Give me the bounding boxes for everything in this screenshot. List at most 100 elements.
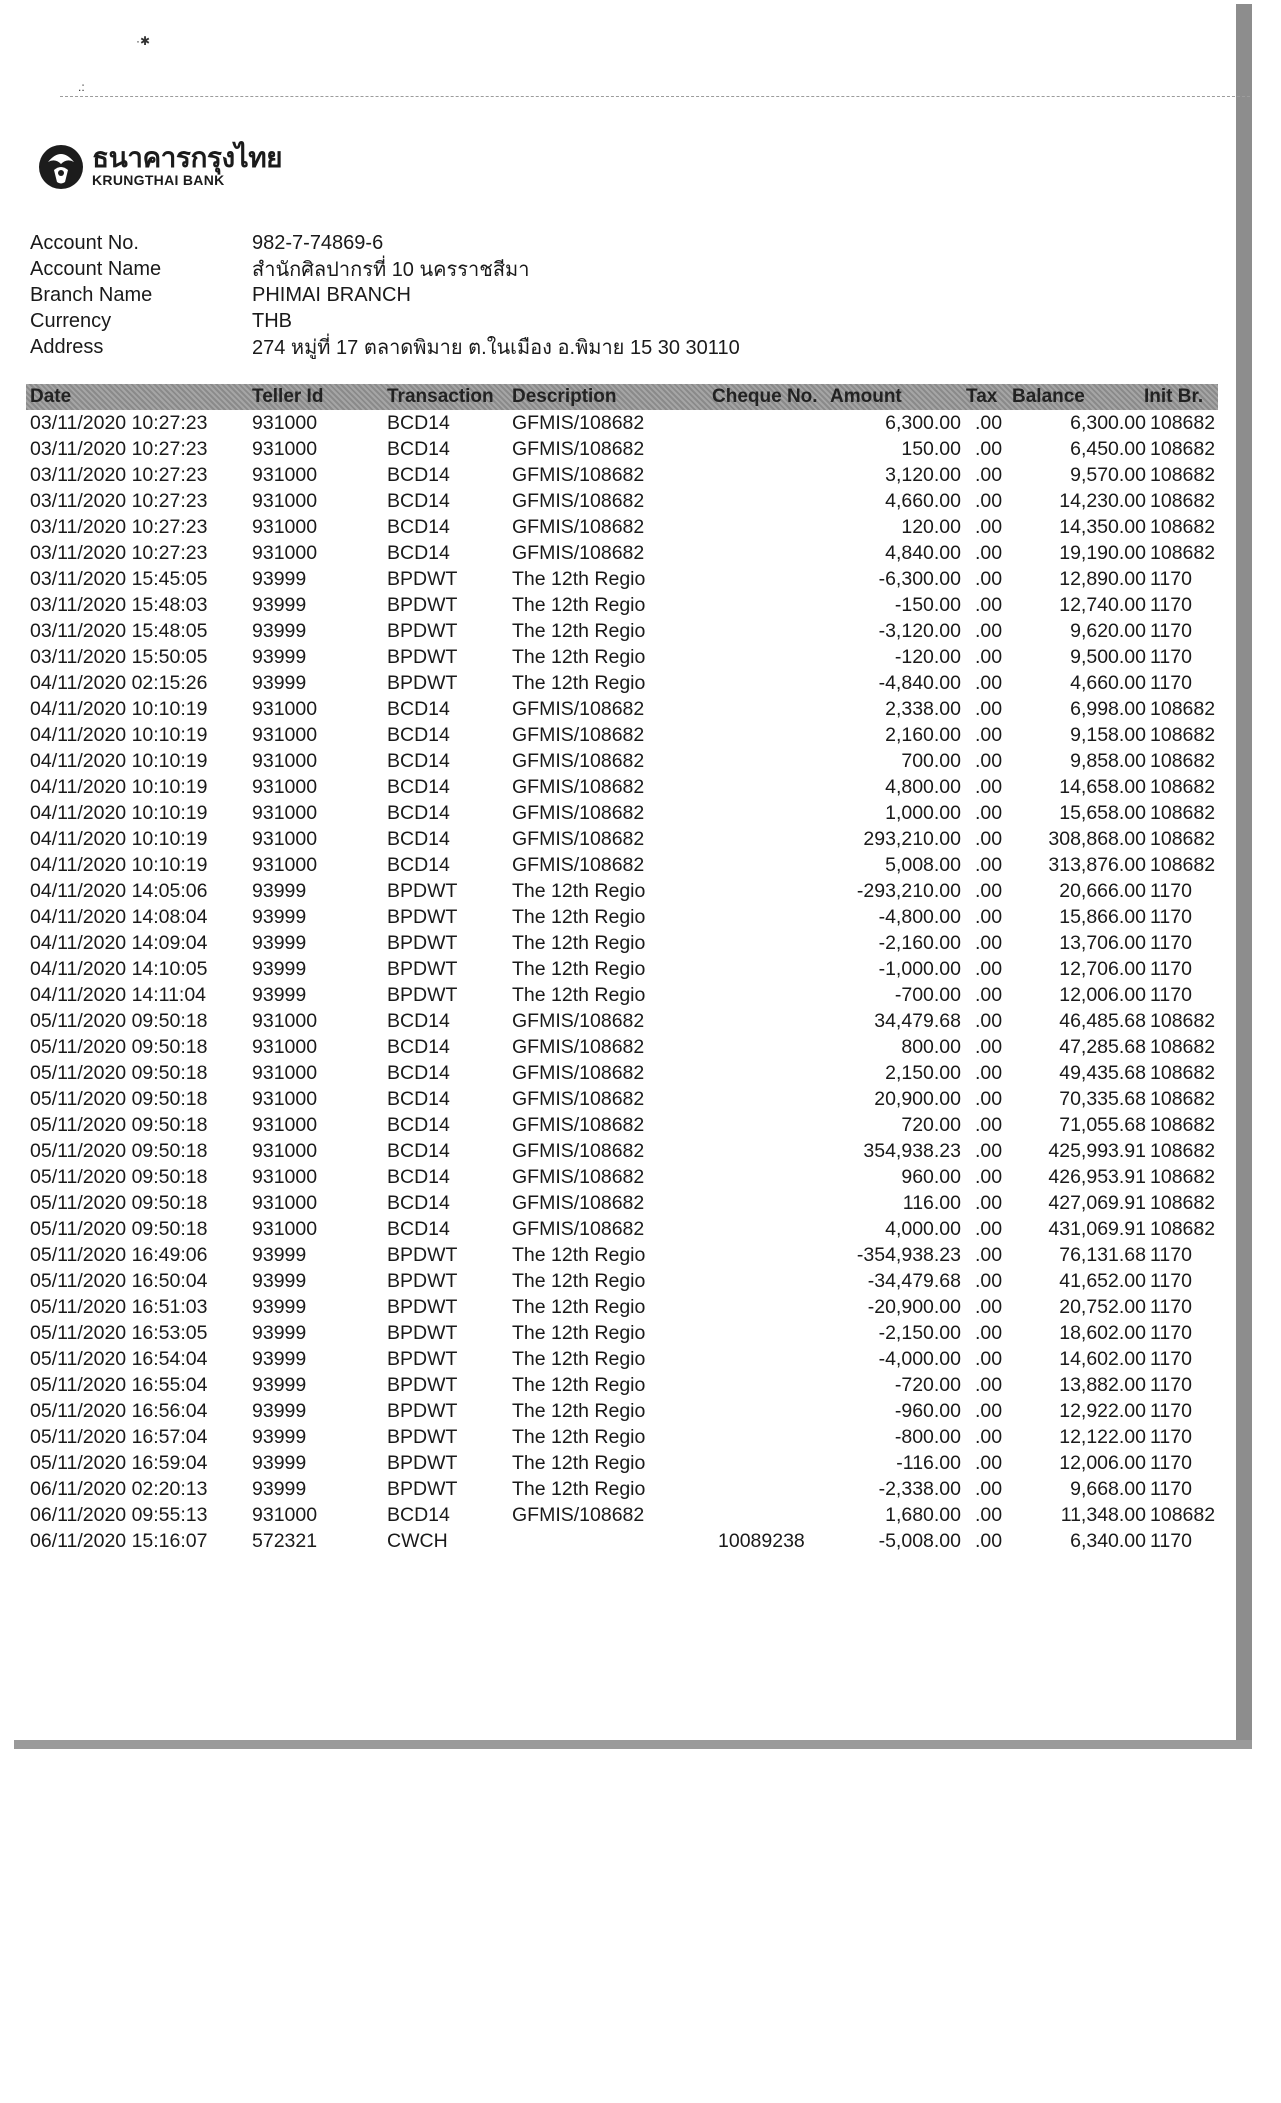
balance-cell: 18,602.00 xyxy=(1059,1322,1146,1344)
tax-cell: .00 xyxy=(975,828,1003,850)
balance-cell: 12,706.00 xyxy=(1059,958,1146,980)
init-branch-cell: 1170 xyxy=(1150,1244,1192,1266)
teller-id-cell: 93999 xyxy=(252,1374,307,1396)
date-cell: 05/11/2020 09:50:18 xyxy=(30,1036,208,1058)
transaction-cell: BPDWT xyxy=(387,1426,458,1448)
description-cell: The 12th Regio xyxy=(512,1348,646,1370)
init-branch-cell: 108682 xyxy=(1150,516,1216,538)
teller-id-cell: 931000 xyxy=(252,464,318,486)
transaction-cell: BPDWT xyxy=(387,880,458,902)
init-branch-cell: 1170 xyxy=(1150,932,1192,954)
description-cell: The 12th Regio xyxy=(512,1426,646,1448)
balance-cell: 12,890.00 xyxy=(1059,568,1146,590)
cheque-no-cell: 10089238 xyxy=(718,1530,805,1552)
amount-cell: -1,000.00 xyxy=(878,958,961,980)
description-cell: The 12th Regio xyxy=(512,984,646,1006)
transaction-cell: BCD14 xyxy=(387,724,450,746)
teller-id-cell: 931000 xyxy=(252,828,318,850)
balance-cell: 14,658.00 xyxy=(1059,776,1146,798)
description-cell: The 12th Regio xyxy=(512,1478,646,1500)
table-row: 04/11/2020 14:10:05 93999 BPDWT The 12th Re… xyxy=(0,956,1281,982)
account-name: สำนักศิลปากรที่ 10 นครราชสีมา xyxy=(252,259,530,281)
currency-label: Currency xyxy=(30,309,112,332)
init-branch-cell: 108682 xyxy=(1150,1218,1216,1240)
table-row: 04/11/2020 02:15:26 93999 BPDWT The 12th Re… xyxy=(0,670,1281,696)
tax-cell: .00 xyxy=(975,490,1003,512)
teller-id-cell: 572321 xyxy=(252,1530,318,1552)
table-row: 03/11/2020 10:27:23 931000 BCD14 GFMIS/1086… xyxy=(0,514,1281,540)
table-row: 03/11/2020 15:48:05 93999 BPDWT The 12th Re… xyxy=(0,618,1281,644)
address-row: Address 274 หมู่ที่ 17 ตลาดพิมาย ต.ในเมื… xyxy=(30,334,740,360)
date-cell: 03/11/2020 15:48:05 xyxy=(30,620,208,642)
header-date: Date xyxy=(30,386,72,407)
description-cell: The 12th Regio xyxy=(512,906,646,928)
bank-logo: ธนาคารกรุงไทย KRUNGTHAI BANK xyxy=(36,140,283,192)
transaction-cell: BCD14 xyxy=(387,1062,450,1084)
date-cell: 04/11/2020 14:08:04 xyxy=(30,906,208,928)
description-cell: GFMIS/108682 xyxy=(512,1140,645,1162)
init-branch-cell: 1170 xyxy=(1150,1530,1192,1552)
teller-id-cell: 931000 xyxy=(252,1504,318,1526)
transaction-cell: BPDWT xyxy=(387,1348,458,1370)
table-row: 06/11/2020 09:55:13 931000 BCD14 GFMIS/1086… xyxy=(0,1502,1281,1528)
teller-id-cell: 93999 xyxy=(252,1244,307,1266)
date-cell: 05/11/2020 16:54:04 xyxy=(30,1348,208,1370)
teller-id-cell: 931000 xyxy=(252,490,318,512)
tax-cell: .00 xyxy=(975,984,1003,1006)
amount-cell: -120.00 xyxy=(894,646,961,668)
transaction-cell: BPDWT xyxy=(387,646,458,668)
amount-cell: -720.00 xyxy=(894,1374,961,1396)
date-cell: 05/11/2020 09:50:18 xyxy=(30,1218,208,1240)
amount-cell: 150.00 xyxy=(901,438,961,460)
transaction-cell: BCD14 xyxy=(387,464,450,486)
description-cell: GFMIS/108682 xyxy=(512,542,645,564)
table-row: 04/11/2020 10:10:19 931000 BCD14 GFMIS/1086… xyxy=(0,774,1281,800)
date-cell: 05/11/2020 09:50:18 xyxy=(30,1192,208,1214)
teller-id-cell: 931000 xyxy=(252,1192,318,1214)
transaction-cell: BPDWT xyxy=(387,1270,458,1292)
description-cell: GFMIS/108682 xyxy=(512,854,645,876)
table-row: 05/11/2020 16:55:04 93999 BPDWT The 12th Re… xyxy=(0,1372,1281,1398)
balance-cell: 9,500.00 xyxy=(1070,646,1146,668)
table-row: 05/11/2020 16:51:03 93999 BPDWT The 12th Re… xyxy=(0,1294,1281,1320)
init-branch-cell: 108682 xyxy=(1150,1192,1216,1214)
amount-cell: 960.00 xyxy=(901,1166,961,1188)
teller-id-cell: 931000 xyxy=(252,750,318,772)
tax-cell: .00 xyxy=(975,568,1003,590)
bank-name-en: KRUNGTHAI BANK xyxy=(92,172,225,188)
date-cell: 05/11/2020 09:50:18 xyxy=(30,1114,208,1136)
tax-cell: .00 xyxy=(975,1270,1003,1292)
init-branch-cell: 1170 xyxy=(1150,880,1192,902)
tax-cell: .00 xyxy=(975,1348,1003,1370)
date-cell: 04/11/2020 10:10:19 xyxy=(30,802,208,824)
init-branch-cell: 108682 xyxy=(1150,1140,1216,1162)
tax-cell: .00 xyxy=(975,1400,1003,1422)
amount-cell: 6,300.00 xyxy=(885,412,961,434)
tax-cell: .00 xyxy=(975,1062,1003,1084)
transaction-cell: BCD14 xyxy=(387,412,450,434)
teller-id-cell: 93999 xyxy=(252,906,307,928)
balance-cell: 20,666.00 xyxy=(1059,880,1146,902)
teller-id-cell: 931000 xyxy=(252,1088,318,1110)
teller-id-cell: 93999 xyxy=(252,1426,307,1448)
tax-cell: .00 xyxy=(975,750,1003,772)
date-cell: 03/11/2020 10:27:23 xyxy=(30,490,208,512)
tax-cell: .00 xyxy=(975,646,1003,668)
tax-cell: .00 xyxy=(975,1166,1003,1188)
balance-cell: 427,069.91 xyxy=(1048,1192,1146,1214)
balance-cell: 12,006.00 xyxy=(1059,1452,1146,1474)
teller-id-cell: 931000 xyxy=(252,776,318,798)
teller-id-cell: 931000 xyxy=(252,438,318,460)
table-row: 04/11/2020 10:10:19 931000 BCD14 GFMIS/1086… xyxy=(0,696,1281,722)
description-cell: The 12th Regio xyxy=(512,1270,646,1292)
amount-cell: 354,938.23 xyxy=(863,1140,961,1162)
date-cell: 04/11/2020 14:05:06 xyxy=(30,880,208,902)
description-cell: The 12th Regio xyxy=(512,1374,646,1396)
amount-cell: -4,840.00 xyxy=(878,672,961,694)
table-row: 04/11/2020 14:08:04 93999 BPDWT The 12th Re… xyxy=(0,904,1281,930)
description-cell: GFMIS/108682 xyxy=(512,1504,645,1526)
table-row: 03/11/2020 10:27:23 931000 BCD14 GFMIS/1086… xyxy=(0,540,1281,566)
description-cell: GFMIS/108682 xyxy=(512,1114,645,1136)
amount-cell: 293,210.00 xyxy=(863,828,961,850)
amount-cell: 2,150.00 xyxy=(885,1062,961,1084)
